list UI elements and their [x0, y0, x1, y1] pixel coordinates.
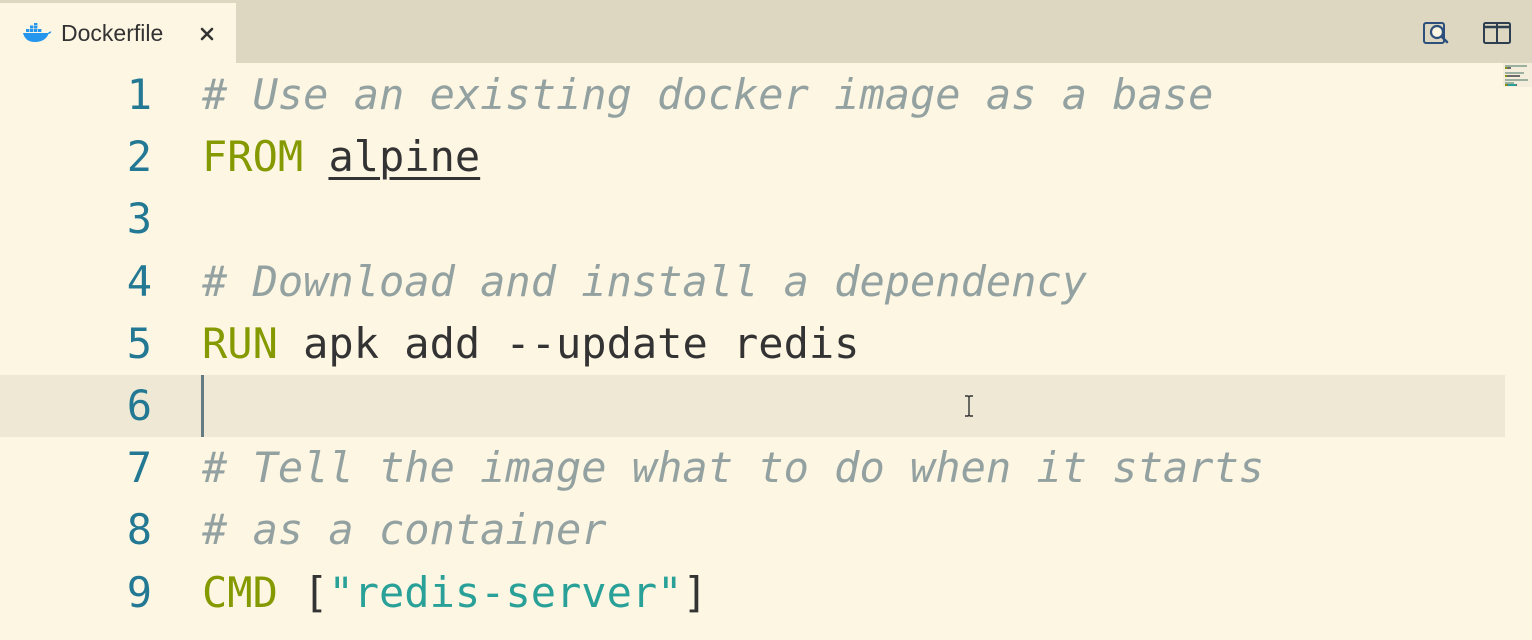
find-references-icon[interactable]	[1421, 18, 1451, 48]
editor-window: Dockerfile 1 # Use an existing docker ima…	[0, 0, 1532, 640]
code-line[interactable]: 7 # Tell the image what to do when it sta…	[0, 437, 1505, 499]
code-text: # Download and install a dependency	[202, 251, 1087, 313]
code-text: # Tell the image what to do when it star…	[202, 437, 1264, 499]
docker-icon	[23, 23, 52, 42]
line-number: 2	[126, 132, 152, 182]
token-keyword: RUN	[202, 318, 278, 368]
code-text: FROM alpine	[202, 126, 480, 188]
minimap-mark	[1508, 67, 1511, 70]
line-number: 7	[126, 443, 152, 493]
code-line[interactable]: 6	[0, 375, 1505, 437]
tab-dockerfile[interactable]: Dockerfile	[0, 3, 236, 63]
token-comment: # as a container	[202, 505, 607, 555]
code-text: # Use an existing docker image as a base	[202, 64, 1213, 126]
code-text: RUN apk add --update redis	[202, 313, 859, 375]
line-number: 1	[126, 70, 152, 119]
token-comment: # Use an existing docker image as a base	[202, 70, 1214, 119]
token-comment: # Download and install a dependency	[202, 256, 1088, 306]
minimap-mark	[1508, 84, 1516, 87]
token-plain: apk add --update redis	[277, 318, 860, 368]
token-comment: # Tell the image what to do when it star…	[202, 443, 1265, 493]
token-keyword: CMD	[202, 567, 278, 617]
line-number: 4	[126, 256, 152, 306]
line-number: 3	[126, 194, 152, 244]
mouse-ibeam-icon	[965, 395, 973, 417]
code-text: CMD ["redis-server"]	[202, 562, 708, 624]
code-line[interactable]: 4 # Download and install a dependency	[0, 251, 1505, 313]
line-number: 9	[126, 567, 152, 617]
token-plain: [	[277, 567, 329, 617]
token-link[interactable]: alpine	[328, 132, 480, 181]
token-plain: ]	[682, 567, 708, 617]
tab-label: Dockerfile	[61, 20, 164, 46]
code-editor[interactable]: 1 # Use an existing docker image as a bas…	[0, 63, 1532, 640]
minimap[interactable]	[1503, 63, 1532, 640]
code-line[interactable]: 2 FROM alpine	[0, 126, 1505, 188]
line-number: 8	[126, 505, 152, 555]
token-keyword: FROM	[202, 132, 304, 182]
close-icon[interactable]	[198, 25, 216, 43]
minimap-mark	[1516, 84, 1517, 87]
code-line[interactable]: 5 RUN apk add --update redis	[0, 313, 1505, 375]
code-line[interactable]: 1 # Use an existing docker image as a bas…	[0, 64, 1505, 126]
code-line[interactable]: 3	[0, 188, 1505, 250]
tab-bar: Dockerfile	[0, 0, 1532, 63]
split-editor-icon[interactable]	[1482, 18, 1512, 48]
line-number: 5	[126, 318, 152, 368]
code-text: # as a container	[202, 499, 607, 561]
token-string: "redis-server"	[328, 567, 683, 617]
line-number: 6	[126, 381, 152, 430]
text-cursor	[201, 375, 204, 437]
minimap-mark	[1507, 74, 1520, 77]
code-line[interactable]: 8 # as a container	[0, 499, 1505, 561]
code-line[interactable]: 9 CMD ["redis-server"]	[0, 562, 1505, 624]
